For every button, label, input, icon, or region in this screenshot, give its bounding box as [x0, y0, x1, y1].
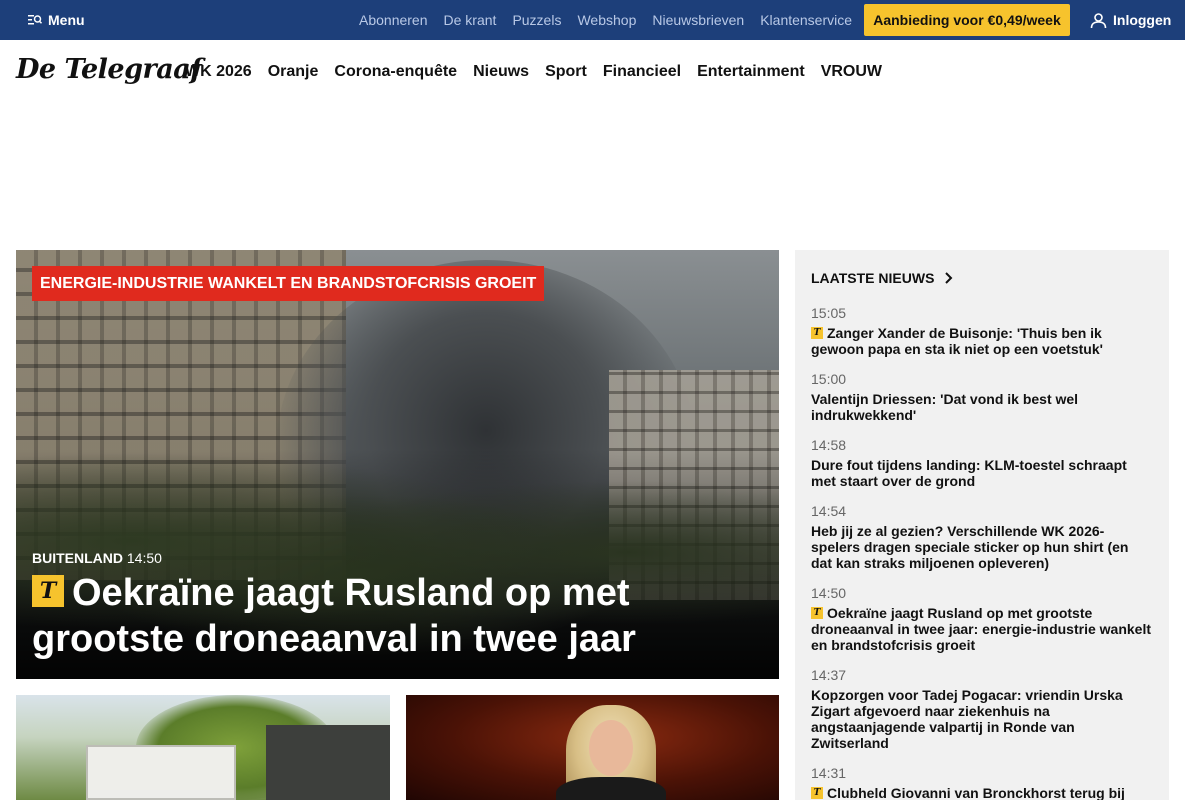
news-item-headline: Kopzorgen voor Tadej Pogacar: vriendin U… — [811, 687, 1151, 751]
nav-item-financieel[interactable]: Financieel — [603, 63, 681, 81]
news-item[interactable]: 14:31 T Clubheld Giovanni van Bronckhorst … — [811, 765, 1151, 800]
thumbnail-cabin — [86, 745, 236, 800]
menu-button[interactable]: Menu — [28, 0, 85, 40]
news-item[interactable]: 14:50 T Oekraïne jaagt Rusland op met groo… — [811, 585, 1151, 653]
premium-badge-icon: T — [32, 574, 64, 607]
news-item-text: Zanger Xander de Buisonje: 'Thuis ben ik… — [811, 325, 1103, 357]
news-item-headline: T Clubheld Giovanni van Bronckhorst terug… — [811, 785, 1151, 800]
hero-section: BUITENLAND — [32, 550, 123, 566]
toplink-puzzels[interactable]: Puzzels — [512, 12, 561, 28]
toplink-webshop[interactable]: Webshop — [577, 12, 636, 28]
news-item-time: 14:31 — [811, 765, 847, 781]
hero-headline-text: Oekraïne jaagt Rusland op met grootste d… — [32, 572, 636, 660]
news-item-headline: Valentijn Driessen: 'Dat vond ik best we… — [811, 391, 1151, 423]
news-item[interactable]: 14:37 Kopzorgen voor Tadej Pogacar: vrien… — [811, 667, 1151, 751]
nav-item-corona-enquete[interactable]: Corona-enquête — [334, 63, 457, 81]
news-item-text: Oekraïne jaagt Rusland op met grootste d… — [811, 605, 1151, 653]
nav-item-oranje[interactable]: Oranje — [268, 63, 319, 81]
latest-news-panel: LAATSTE NIEUWS 15:05 T Zanger Xander de Bu… — [795, 250, 1169, 800]
user-icon — [1090, 12, 1107, 28]
nav-links: WK 2026 Oranje Corona-enquête Nieuws Spo… — [185, 40, 882, 104]
nav-item-nieuws[interactable]: Nieuws — [473, 63, 529, 81]
offer-button[interactable]: Aanbieding voor €0,49/week — [864, 4, 1070, 36]
thumbnail-singer-body — [556, 777, 666, 800]
nav-item-vrouw[interactable]: VROUW — [821, 63, 882, 81]
news-item-text: Clubheld Giovanni van Bronckhorst terug … — [827, 785, 1125, 800]
chevron-right-icon — [945, 272, 953, 284]
nav-item-sport[interactable]: Sport — [545, 63, 587, 81]
news-item-time: 14:54 — [811, 503, 847, 519]
toplink-abonneren[interactable]: Abonneren — [359, 12, 428, 28]
hero-tag: ENERGIE-INDUSTRIE WANKELT EN BRANDSTOFCR… — [32, 266, 545, 301]
news-item-time: 15:05 — [811, 305, 847, 321]
news-item-time: 14:37 — [811, 667, 847, 683]
hero-meta: BUITENLAND 14:50 — [32, 550, 162, 566]
login-button[interactable]: Inloggen — [1090, 0, 1171, 40]
latest-news-title-text: LAATSTE NIEUWS — [811, 270, 935, 286]
thumbnail-singer-face — [589, 720, 633, 776]
top-links: Abonneren De krant Puzzels Webshop Nieuw… — [359, 0, 852, 40]
toplink-nieuwsbrieven[interactable]: Nieuwsbrieven — [652, 12, 744, 28]
premium-badge-icon: T — [811, 327, 823, 340]
news-item[interactable]: 14:54 Heb jij ze al gezien? Verschillende… — [811, 503, 1151, 571]
login-label: Inloggen — [1113, 12, 1172, 28]
main-nav: De Telegraaf WK 2026 Oranje Corona-enquê… — [0, 40, 1185, 104]
news-item-text: Kopzorgen voor Tadej Pogacar: vriendin U… — [811, 687, 1123, 751]
premium-badge-icon: T — [811, 787, 823, 800]
news-item-time: 14:58 — [811, 437, 847, 453]
latest-news-list: 15:05 T Zanger Xander de Buisonje: 'Thuis … — [811, 305, 1151, 800]
news-item-headline: Heb jij ze al gezien? Verschillende WK 2… — [811, 523, 1151, 571]
news-item[interactable]: 15:00 Valentijn Driessen: 'Dat vond ik be… — [811, 371, 1151, 423]
news-item-text: Heb jij ze al gezien? Verschillende WK 2… — [811, 523, 1129, 571]
news-item-headline: T Zanger Xander de Buisonje: 'Thuis ben i… — [811, 325, 1151, 357]
top-bar: Menu Abonneren De krant Puzzels Webshop … — [0, 0, 1185, 40]
news-item-time: 14:50 — [811, 585, 847, 601]
news-item[interactable]: 14:58 Dure fout tijdens landing: KLM-toes… — [811, 437, 1151, 489]
news-item[interactable]: 15:05 T Zanger Xander de Buisonje: 'Thuis … — [811, 305, 1151, 357]
latest-news-title[interactable]: LAATSTE NIEUWS — [811, 270, 954, 286]
news-item-time: 15:00 — [811, 371, 847, 387]
news-item-headline: T Oekraïne jaagt Rusland op met grootste … — [811, 605, 1151, 653]
site-logo[interactable]: De Telegraaf — [16, 54, 202, 85]
news-item-headline: Dure fout tijdens landing: KLM-toestel s… — [811, 457, 1151, 489]
premium-badge-icon: T — [811, 607, 823, 620]
article-thumbnail-1[interactable] — [16, 695, 390, 800]
toplink-klantenservice[interactable]: Klantenservice — [760, 12, 852, 28]
toplink-de-krant[interactable]: De krant — [444, 12, 497, 28]
hero-article[interactable]: ENERGIE-INDUSTRIE WANKELT EN BRANDSTOFCR… — [16, 250, 779, 679]
article-thumbnail-2[interactable] — [406, 695, 779, 800]
menu-search-icon — [28, 15, 42, 25]
menu-label: Menu — [48, 12, 85, 28]
hero-headline[interactable]: T Oekraïne jaagt Rusland op met grootste … — [32, 570, 762, 662]
news-item-text: Valentijn Driessen: 'Dat vond ik best we… — [811, 391, 1079, 423]
thumbnail-house — [266, 725, 390, 800]
nav-item-entertainment[interactable]: Entertainment — [697, 63, 805, 81]
nav-item-wk-2026[interactable]: WK 2026 — [185, 63, 252, 81]
news-item-text: Dure fout tijdens landing: KLM-toestel s… — [811, 457, 1127, 489]
hero-time: 14:50 — [126, 550, 162, 566]
